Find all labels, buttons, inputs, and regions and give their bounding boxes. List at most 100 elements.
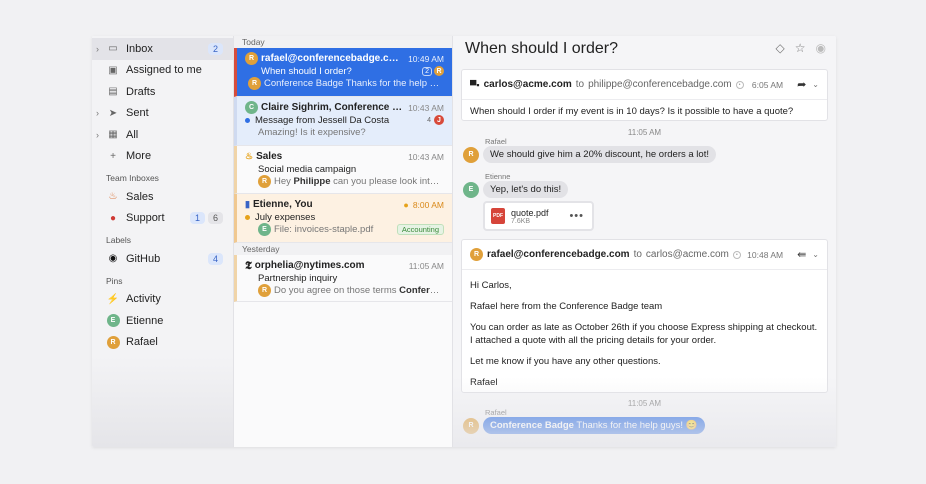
chat-bubble: We should give him a 20% discount, he or… [483, 146, 716, 163]
mention-name: Conference Badge [490, 420, 574, 431]
email-signature: Rafael [470, 376, 498, 388]
day-heading-today: Today [234, 36, 452, 48]
avatar-rafael-icon: R [258, 284, 271, 298]
email-time: 6:05 AM [751, 79, 784, 90]
conversation-preview: Conference Badge Thanks for the help gu.… [264, 78, 444, 90]
conversation-time: 8:00 AM [412, 199, 444, 210]
tag-icon[interactable]: ◇ [776, 41, 785, 55]
chat-author: Rafael [485, 408, 507, 417]
conversation-subject: July expenses [255, 211, 316, 223]
preview-prefix: Hey [274, 176, 294, 188]
avatar-rafael-icon: R [106, 335, 120, 349]
chat-bubble: Conference Badge Thanks for the help guy… [483, 417, 705, 434]
team-inboxes-heading: Team Inboxes [106, 173, 159, 183]
email-card-rafael: R rafael@conferencebadge.com to carlos@a… [461, 239, 828, 393]
conversation-subject: Partnership inquiry [258, 272, 338, 284]
day-heading-yesterday: Yesterday [234, 243, 452, 255]
chat-author: Rafael [485, 137, 507, 146]
more-recipients-icon[interactable]: • [735, 80, 744, 89]
chevron-right-icon[interactable]: › [96, 130, 99, 140]
mention-name: Philippe [293, 176, 331, 188]
avatar-rafael-icon: R [434, 66, 444, 77]
star-icon[interactable]: ☆ [795, 41, 806, 55]
support-icon: ● [109, 212, 117, 224]
unread-dot-icon [245, 214, 250, 220]
unread-badge: 2 [207, 42, 223, 55]
conversation-item[interactable]: 𝕿 orphelia@nytimes.com 11:05 AM Partners… [234, 255, 452, 302]
sidebar-item-drafts[interactable]: ▤ Drafts [92, 81, 233, 103]
sidebar-item-all[interactable]: › ▦ All [92, 124, 233, 146]
sidebar-item-sent[interactable]: › ➤ Sent [92, 103, 233, 125]
chevron-down-icon[interactable]: ⌄ [812, 80, 819, 89]
avatar-rafael-icon: R [463, 417, 479, 434]
conversation-item[interactable]: R rafael@conferencebadge.com, carl... 10… [234, 48, 452, 97]
avatar-group-icon: C [245, 101, 258, 114]
sidebar-fade [92, 357, 233, 447]
conversation-item[interactable]: ♨ Sales 10:43 AM Social media campaign R… [234, 146, 452, 194]
chat-author: Etienne [485, 172, 511, 181]
assigned-icon: ▣ [108, 64, 118, 76]
sidebar-item-label: More [126, 150, 152, 163]
sidebar-item-assigned[interactable]: ▣ Assigned to me [92, 60, 233, 82]
conversation-from: Claire Sighrim, Conference Badge [261, 102, 405, 113]
reply-icon[interactable]: ➦ [797, 78, 806, 91]
sidebar-item-label: GitHub [126, 252, 161, 265]
sidebar-item-github[interactable]: ◉ GitHub 4 [92, 248, 233, 270]
preview-prefix: Do you agree on those terms [274, 285, 400, 297]
conversation-item[interactable]: C Claire Sighrim, Conference Badge 10:43… [234, 97, 452, 146]
drafts-icon: ▤ [108, 86, 118, 98]
email-greeting: Hi Carlos, [470, 280, 512, 291]
message-count-badge: 2 [422, 66, 432, 76]
sidebar-item-label: Sent [126, 107, 149, 120]
sidebar-item-activity[interactable]: ⚡ Activity [92, 289, 233, 311]
sidebar-item-rafael[interactable]: R Rafael [92, 332, 233, 354]
labels-heading: Labels [106, 235, 132, 245]
sales-icon: ♨ [108, 191, 118, 203]
more-recipients-icon[interactable]: • [732, 250, 741, 259]
sidebar-item-label: Rafael [126, 336, 158, 349]
chevron-right-icon[interactable]: › [96, 44, 99, 54]
conversation-time: 10:43 AM [408, 102, 444, 113]
email-body: When should I order if my event is in 10… [470, 106, 794, 117]
sidebar-item-inbox[interactable]: › ▭ Inbox 2 [92, 38, 233, 60]
chevron-down-icon[interactable]: ⌄ [812, 250, 819, 259]
email-intro: Rafael here from the Conference Badge te… [470, 300, 663, 312]
conversation-list: Today R rafael@conferencebadge.com, carl… [234, 36, 453, 447]
email-recipient[interactable]: carlos@acme.com [646, 249, 729, 260]
pdf-icon: PDF [491, 208, 505, 224]
reply-all-icon[interactable]: ⇚ [797, 248, 806, 261]
avatar-rafael-icon: R [248, 77, 261, 91]
sidebar-item-support[interactable]: ● Support 1 6 [92, 208, 233, 230]
clock-icon: ● [403, 199, 409, 210]
sidebar-item-sales[interactable]: ♨ Sales [92, 186, 233, 208]
mention-name: Conference ... [399, 285, 444, 297]
sidebar-item-more[interactable]: + More [92, 146, 233, 168]
avatar-etienne-icon: E [258, 223, 271, 237]
chevron-right-icon[interactable]: › [96, 108, 99, 118]
email-sender[interactable]: carlos@acme.com [484, 79, 572, 90]
conversation-from: orphelia@nytimes.com [254, 260, 365, 271]
email-to-label: to [633, 249, 642, 260]
email-recipient[interactable]: philippe@conferencebadge.com [588, 79, 732, 90]
more-options-icon[interactable]: ••• [569, 210, 584, 222]
attachment-size: 7.6KB [511, 217, 531, 225]
conversation-from: Sales [256, 151, 283, 162]
sidebar-item-etienne[interactable]: E Etienne [92, 310, 233, 332]
nytimes-icon: 𝕿 [245, 258, 252, 272]
sidebar: › ▭ Inbox 2 ▣ Assigned to me ▤ Drafts › … [92, 36, 234, 447]
chat-timestamp: 11:05 AM [627, 128, 662, 137]
email-sender[interactable]: rafael@conferencebadge.com [487, 249, 630, 260]
chat-text: Thanks for the help guys! 😊 [573, 420, 698, 431]
attachment-card[interactable]: PDF quote.pdf 7.6KB ••• [483, 201, 594, 231]
attachment-name: quote.pdf [511, 207, 549, 218]
conversation-preview: File: invoices-staple.pdf [274, 224, 374, 236]
chat-timestamp: 11:05 AM [627, 399, 662, 408]
avatar-rafael-icon: R [258, 175, 271, 189]
label-tag[interactable]: Accounting [396, 224, 444, 236]
sidebar-item-label: All [126, 128, 139, 141]
preview-suffix: can you please look into this? [333, 176, 444, 188]
avatar-rafael-icon: R [470, 248, 483, 261]
conversation-item[interactable]: ▮ Etienne, You ● 8:00 AM July expenses E… [234, 194, 452, 243]
eye-icon[interactable]: ◉ [816, 41, 826, 55]
avatar-contact-icon: J [434, 115, 444, 126]
